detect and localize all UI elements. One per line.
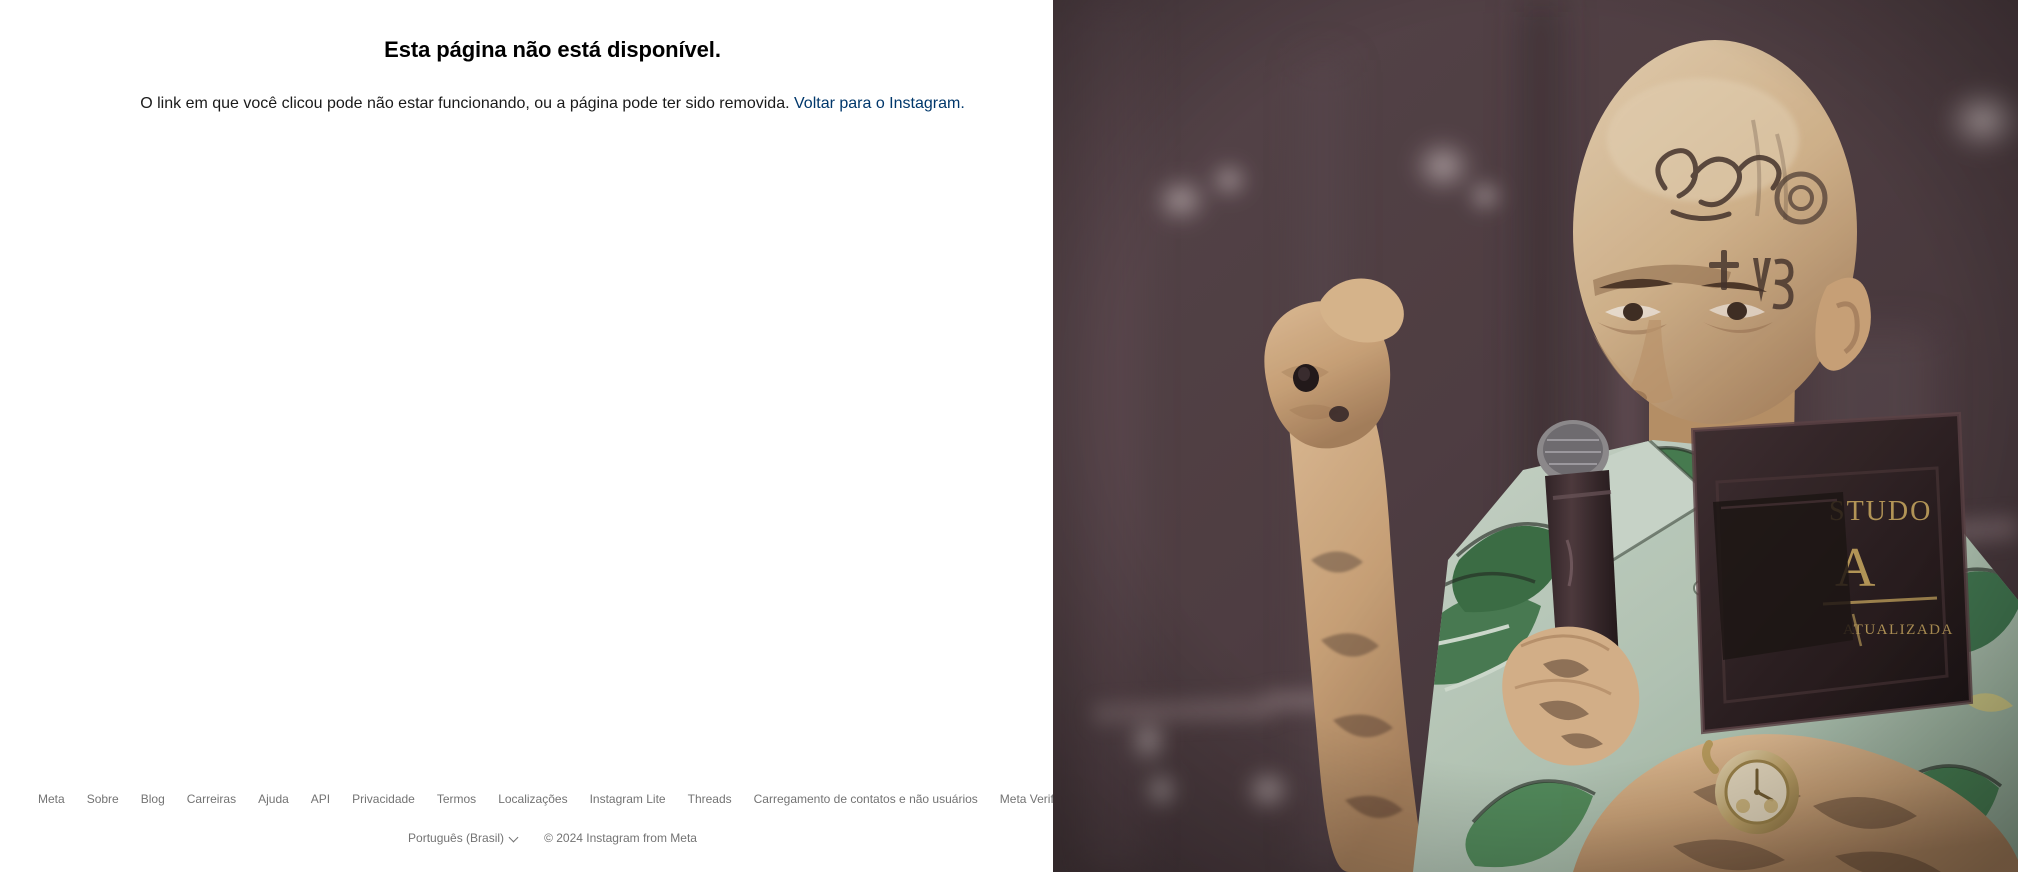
back-to-instagram-link[interactable]: Voltar para o Instagram. — [794, 95, 965, 112]
language-label: Português (Brasil) — [408, 831, 505, 845]
footer-link-3[interactable]: Carreiras — [187, 788, 236, 810]
footer-link-5[interactable]: API — [311, 788, 330, 810]
footer-link-0[interactable]: Meta — [38, 788, 65, 810]
footer-links: Meta Sobre Blog Carreiras Ajuda API Privacidad… — [0, 788, 1105, 810]
chevron-down-icon — [510, 833, 520, 843]
footer-link-11[interactable]: Carregamento de contatos e não usuários — [754, 788, 978, 810]
stage-photo: STUDO A ATUALIZADA — [1053, 0, 2018, 872]
error-content: Esta página não está disponível. O link … — [0, 0, 1105, 116]
error-message-text: O link em que você clicou pode não estar… — [140, 95, 790, 112]
footer-link-10[interactable]: Threads — [688, 788, 732, 810]
error-message: O link em que você clicou pode não estar… — [0, 92, 1105, 116]
page-title: Esta página não está disponível. — [384, 37, 721, 62]
page-root: Esta página não está disponível. O link … — [0, 0, 2018, 872]
footer-link-2[interactable]: Blog — [141, 788, 165, 810]
footer-link-9[interactable]: Instagram Lite — [590, 788, 666, 810]
copyright-text: © 2024 Instagram from Meta — [544, 831, 697, 845]
site-footer: Meta Sobre Blog Carreiras Ajuda API Privacidad… — [0, 788, 1105, 872]
photo-overlay: STUDO A ATUALIZADA — [1053, 0, 2018, 872]
footer-link-1[interactable]: Sobre — [87, 788, 119, 810]
footer-link-7[interactable]: Termos — [437, 788, 476, 810]
footer-link-4[interactable]: Ajuda — [258, 788, 289, 810]
footer-link-6[interactable]: Privacidade — [352, 788, 415, 810]
footer-link-12[interactable]: Meta Verif — [1000, 788, 1054, 810]
language-selector[interactable]: Português (Brasil) — [408, 831, 520, 845]
footer-meta-row: Português (Brasil) © 2024 Instagram from… — [0, 828, 1105, 848]
footer-link-8[interactable]: Localizações — [498, 788, 567, 810]
